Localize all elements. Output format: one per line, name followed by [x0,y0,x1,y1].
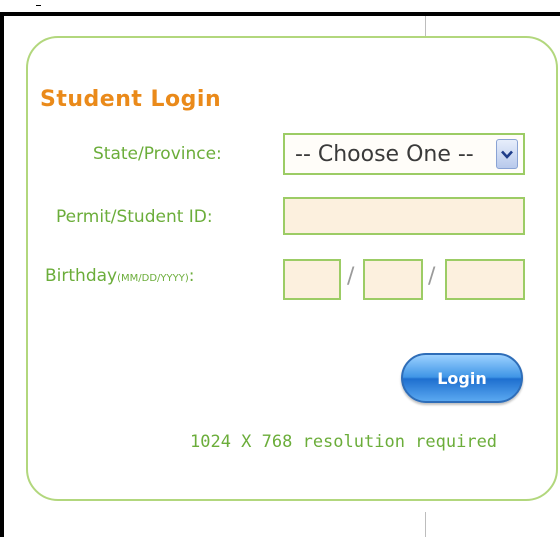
birthday-year-input[interactable] [445,259,525,300]
login-title: Student Login [40,87,222,112]
permit-student-id-input[interactable] [283,197,525,235]
permit-student-id-label: Permit/Student ID: [56,207,213,227]
column-divider-top [425,16,426,38]
login-button[interactable]: Login [401,353,523,403]
chevron-down-icon[interactable] [496,139,518,169]
birthday-day-input[interactable] [363,259,423,300]
resolution-note: 1024 X 768 resolution required [190,432,498,452]
date-separator: / [347,264,355,289]
birthday-label-colon: : [188,266,195,286]
birthday-label: Birthday(MM/DD/YYYY): [45,266,194,286]
birthday-label-text: Birthday [45,266,118,286]
window-left-border [0,12,4,537]
column-divider-bottom [425,512,426,537]
date-separator: / [428,264,436,289]
state-province-select[interactable]: -- Choose One -- [283,133,525,175]
birthday-format-hint: (MM/DD/YYYY) [117,273,189,284]
window-top-border [0,12,560,16]
decorative-tick [36,5,41,6]
state-province-selected-value: -- Choose One -- [295,141,474,167]
birthday-month-input[interactable] [283,259,341,300]
state-province-label: State/Province: [93,144,222,164]
